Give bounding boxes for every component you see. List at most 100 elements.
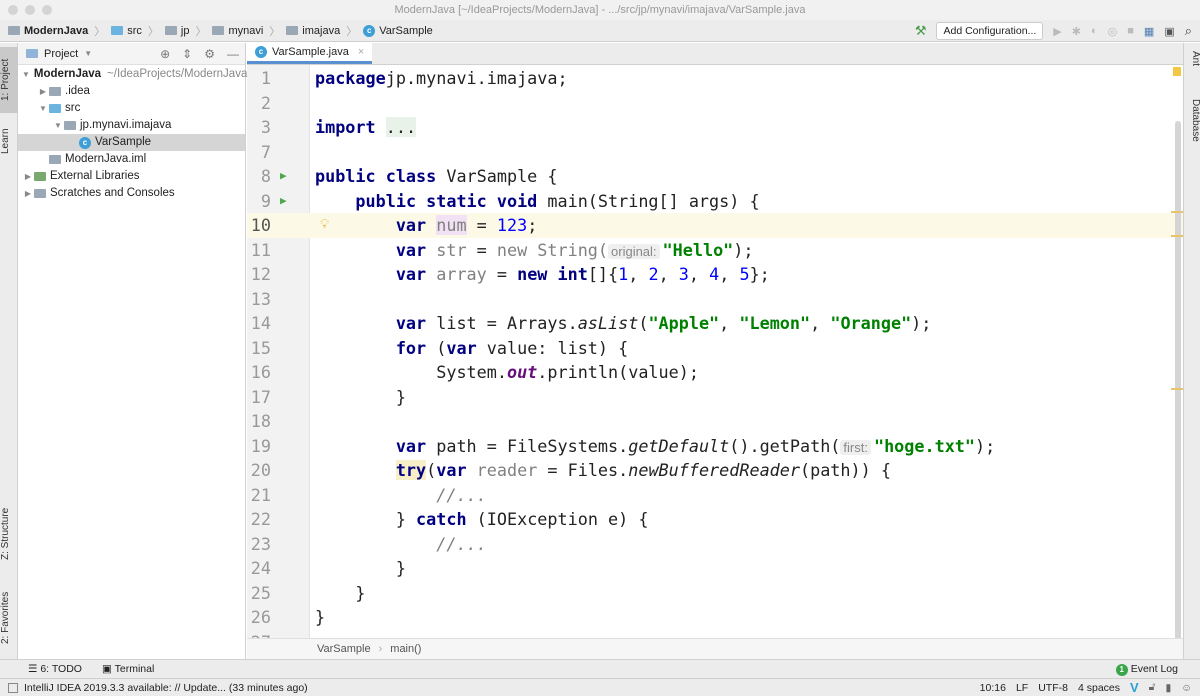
memory-icon[interactable]: ▮ <box>1165 682 1171 694</box>
line-number[interactable]: 9 <box>247 189 271 214</box>
line-number[interactable]: 17 <box>247 385 271 410</box>
tree-item[interactable]: ▼ jp.mynavi.imajava <box>18 117 245 134</box>
crumb-src[interactable]: src <box>111 25 142 37</box>
line-number[interactable]: 20 <box>247 458 271 483</box>
line-number[interactable]: 26 <box>247 605 271 630</box>
inspector-icon[interactable]: ☺︎ <box>1181 682 1192 694</box>
indent-setting[interactable]: 4 spaces <box>1078 682 1120 694</box>
crumb-varsample[interactable]: c VarSample <box>363 24 433 37</box>
hide-icon[interactable]: — <box>227 47 239 61</box>
file-encoding[interactable]: UTF-8 <box>1038 682 1068 694</box>
code-line[interactable]: 20 try(var reader = Files.newBufferedRea… <box>247 458 1183 483</box>
code-line[interactable]: 2 <box>247 91 1183 116</box>
line-number[interactable]: 23 <box>247 532 271 557</box>
event-log-button[interactable]: 1 Event Log <box>1115 663 1178 676</box>
line-number[interactable]: 10 <box>247 213 271 238</box>
debug-icon[interactable]: ✱ <box>1072 25 1081 38</box>
breadcrumb-method[interactable]: main() <box>390 643 421 655</box>
code-line[interactable]: 13 <box>247 287 1183 312</box>
code-line[interactable]: 19 var path = FileSystems.getDefault().g… <box>247 434 1183 459</box>
code-line[interactable]: 12 var array = new int[]{1, 2, 3, 4, 5}; <box>247 262 1183 287</box>
tab-database[interactable]: Database <box>1184 95 1200 165</box>
code-line[interactable]: 18 <box>247 409 1183 434</box>
code-line[interactable]: 11 var str = new String(original: "Hello"… <box>247 238 1183 263</box>
line-number[interactable]: 2 <box>247 91 271 116</box>
line-number[interactable]: 24 <box>247 556 271 581</box>
minimize-window-button[interactable] <box>25 5 35 15</box>
code-line[interactable]: 10 💡︎ var num = 123; <box>247 213 1183 238</box>
tab-ant[interactable]: Ant <box>1184 47 1200 87</box>
line-separator[interactable]: LF <box>1016 682 1028 694</box>
crumb-mynavi[interactable]: mynavi <box>212 25 263 37</box>
close-window-button[interactable] <box>8 5 18 15</box>
code-line[interactable]: 15 for (var value: list) { <box>247 336 1183 361</box>
line-number[interactable]: 13 <box>247 287 271 312</box>
terminal-window-icon[interactable]: ▣ <box>1164 25 1174 38</box>
collapse-all-icon[interactable]: ⇕ <box>182 47 192 61</box>
line-number[interactable]: 12 <box>247 262 271 287</box>
tool-windows-toggle-icon[interactable] <box>8 682 18 693</box>
collapsed-arrow-icon[interactable]: ▶ <box>22 185 34 202</box>
error-stripe-mark[interactable] <box>1171 388 1183 390</box>
expanded-arrow-icon[interactable]: ▼ <box>37 100 49 117</box>
build-hammer-icon[interactable]: ⚒ <box>915 23 927 39</box>
code-line[interactable]: 26} <box>247 605 1183 630</box>
line-number[interactable]: 25 <box>247 581 271 606</box>
lock-icon[interactable]: 🔓︎ <box>1149 681 1156 694</box>
crumb-module[interactable]: ModernJava <box>8 25 88 37</box>
add-configuration-button[interactable]: Add Configuration... <box>936 22 1044 40</box>
crumb-imajava[interactable]: imajava <box>286 25 340 37</box>
run-icon[interactable]: ▶ <box>1053 25 1061 38</box>
expanded-arrow-icon[interactable]: ▼ <box>22 66 30 83</box>
tree-item[interactable]: ▶ .idea <box>18 83 245 100</box>
profile-icon[interactable]: ◎ <box>1108 25 1118 38</box>
code-line[interactable]: 25 } <box>247 581 1183 606</box>
line-number[interactable]: 18 <box>247 409 271 434</box>
breadcrumb-class[interactable]: VarSample <box>317 643 371 655</box>
line-number[interactable]: 1 <box>247 66 271 91</box>
line-number[interactable]: 16 <box>247 360 271 385</box>
project-structure-icon[interactable]: ▦ <box>1144 25 1154 38</box>
code-line[interactable]: 3 import ... <box>247 115 1183 140</box>
project-view-selector[interactable]: Project <box>44 48 78 60</box>
line-number[interactable]: 27 <box>247 630 271 639</box>
line-number[interactable]: 14 <box>247 311 271 336</box>
stop-icon[interactable]: ■ <box>1127 25 1134 37</box>
code-area[interactable]: 1 packagejp.mynavi.imajava; 2 3 import ... 7 8… <box>247 66 1183 638</box>
code-line[interactable]: 24 } <box>247 556 1183 581</box>
search-icon[interactable]: ⌕ <box>1185 23 1192 39</box>
line-number[interactable]: 3 <box>247 115 271 140</box>
tree-item[interactable]: ▼ src <box>18 100 245 117</box>
code-line[interactable]: 22 } catch (IOException e) { <box>247 507 1183 532</box>
tree-item[interactable]: ▶ External Libraries <box>18 168 245 185</box>
tree-item[interactable]: ▶ Scratches and Consoles <box>18 185 245 202</box>
window-controls[interactable] <box>8 5 52 15</box>
code-line[interactable]: 14 var list = Arrays.asList("Apple", "Le… <box>247 311 1183 336</box>
caret-position[interactable]: 10:16 <box>980 682 1006 694</box>
line-number[interactable]: 8 <box>247 164 271 189</box>
tree-item[interactable]: ▼ ModernJava ~/IdeaProjects/ModernJava <box>18 66 247 83</box>
gear-icon[interactable]: ⚙ <box>204 47 215 61</box>
code-line[interactable]: 7 <box>247 140 1183 165</box>
tree-item[interactable]: ModernJava.iml <box>18 151 245 168</box>
close-tab-icon[interactable]: × <box>358 46 364 58</box>
line-number[interactable]: 15 <box>247 336 271 361</box>
todo-button[interactable]: ☰ 6: TODO <box>28 663 82 675</box>
collapsed-arrow-icon[interactable]: ▶ <box>22 168 34 185</box>
crumb-jp[interactable]: jp <box>164 25 189 37</box>
status-message[interactable]: IntelliJ IDEA 2019.3.3 available: // Upd… <box>24 682 308 694</box>
code-line[interactable]: 21 //... <box>247 483 1183 508</box>
coverage-icon[interactable]: ◐ <box>1091 25 1098 37</box>
line-number[interactable]: 11 <box>247 238 271 263</box>
expanded-arrow-icon[interactable]: ▼ <box>52 117 64 134</box>
code-line[interactable]: 9 ▶ public static void main(String[] args… <box>247 189 1183 214</box>
locate-icon[interactable]: ⊕ <box>160 47 170 61</box>
code-line[interactable]: 27 <box>247 630 1183 639</box>
vim-icon[interactable]: V <box>1130 680 1139 695</box>
tab-learn[interactable]: Learn <box>0 119 18 163</box>
vertical-scrollbar[interactable] <box>1175 81 1181 641</box>
line-number[interactable]: 7 <box>247 140 271 165</box>
tree-item[interactable]: c VarSample <box>18 134 245 151</box>
terminal-button[interactable]: ▣ Terminal <box>102 663 154 675</box>
tab-structure[interactable]: Z: Structure <box>0 499 18 569</box>
